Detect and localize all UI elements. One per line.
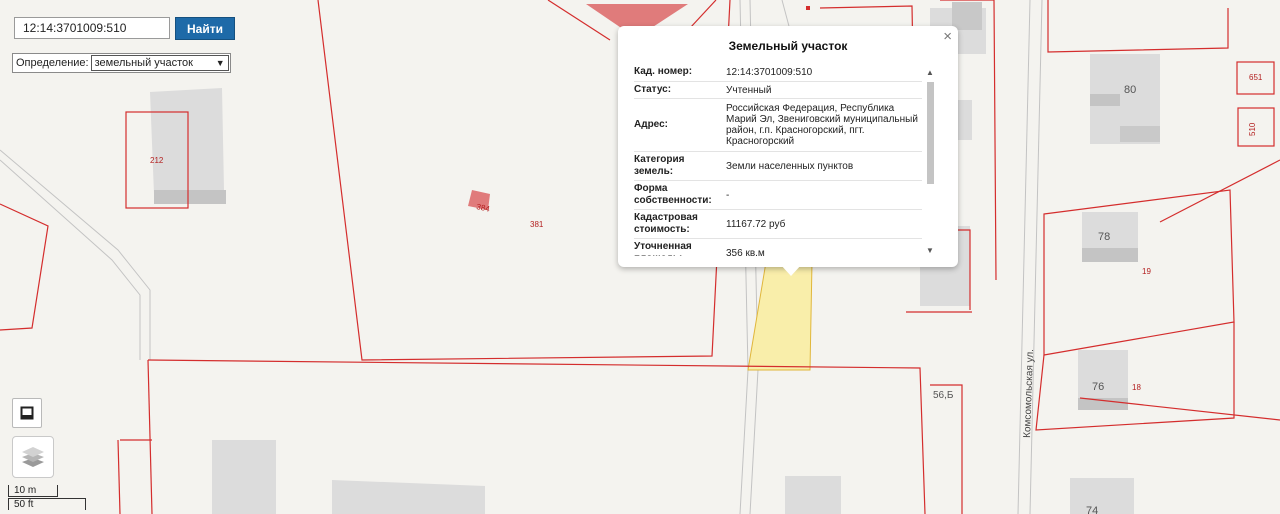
building-label: 76 [1092, 381, 1104, 393]
parcel-label: 651 [1249, 73, 1263, 82]
popup-title: Земельный участок [728, 39, 848, 53]
definition-label: Определение: [16, 57, 89, 69]
scale-imperial: 50 ft [8, 498, 86, 510]
fullscreen-button[interactable] [12, 398, 42, 428]
popup-row-key: Категория земель: [634, 154, 685, 177]
popup-row: Статус: Учтенный [634, 82, 922, 99]
parcel-label: 510 [1248, 122, 1257, 136]
popup-row-key: Кадастровая стоимость: [634, 212, 698, 235]
scale-metric: 10 m [8, 485, 58, 497]
cadastral-number-input[interactable] [14, 17, 170, 39]
popup-row-value: Российская Федерация, Республика Марий Э… [726, 103, 918, 147]
layers-button[interactable] [12, 436, 54, 478]
popup-row-key: Адрес: [634, 119, 668, 130]
popup-row-value: Учтенный [726, 84, 772, 96]
popup-row: Уточненная площадь: 356 кв.м [634, 239, 922, 256]
scroll-up-icon[interactable]: ▲ [924, 68, 936, 78]
popup-row-value: Земли населенных пунктов [726, 160, 854, 172]
popup-row: Адрес: Российская Федерация, Республика … [634, 99, 922, 152]
parcel-info-popup: × Земельный участок Кад. номер: 12:14:37… [618, 26, 958, 276]
building-label: 74 [1086, 505, 1098, 514]
scroll-down-icon[interactable]: ▼ [924, 246, 936, 256]
chevron-down-icon: ▼ [215, 58, 225, 68]
popup-row-key: Форма собственности: [634, 183, 712, 206]
popup-table: Кад. номер: 12:14:3701009:510 Статус: Уч… [634, 64, 922, 256]
popup-row: Форма собственности: - [634, 181, 922, 210]
building-label: 56,Б [933, 390, 954, 401]
popup-row-key: Статус: [634, 84, 672, 95]
definition-select[interactable]: земельный участок ▼ [90, 55, 229, 71]
layers-icon [22, 447, 44, 467]
definition-selected: земельный участок [94, 57, 193, 69]
parcel-label: 19 [1142, 267, 1151, 276]
popup-row: Категория земель: Земли населенных пункт… [634, 152, 922, 181]
building-label: 80 [1124, 84, 1136, 96]
popup-row: Кадастровая стоимость: 11167.72 руб [634, 210, 922, 239]
popup-row-value: - [726, 189, 730, 201]
parcel-label: 381 [530, 220, 544, 229]
parcel-label: 212 [150, 156, 164, 165]
popup-scrollbar[interactable]: ▲ ▼ [924, 68, 936, 256]
popup-pointer [780, 264, 802, 276]
scrollbar-thumb[interactable] [927, 82, 934, 184]
boundary-marker [806, 6, 810, 10]
find-button[interactable]: Найти [175, 17, 235, 40]
popup-row-key: Уточненная площадь: [634, 241, 692, 256]
parcel-label: 18 [1132, 383, 1141, 392]
fullscreen-icon [20, 406, 34, 420]
definition-control: Определение: земельный участок ▼ [12, 53, 231, 73]
popup-row: Кад. номер: 12:14:3701009:510 [634, 64, 922, 82]
popup-row-value: 356 кв.м [726, 247, 765, 257]
building-label: 78 [1098, 231, 1110, 243]
popup-row-value: 11167.72 руб [726, 218, 786, 230]
popup-row-key: Кад. номер: [634, 66, 693, 77]
popup-row-value: 12:14:3701009:510 [726, 67, 813, 78]
